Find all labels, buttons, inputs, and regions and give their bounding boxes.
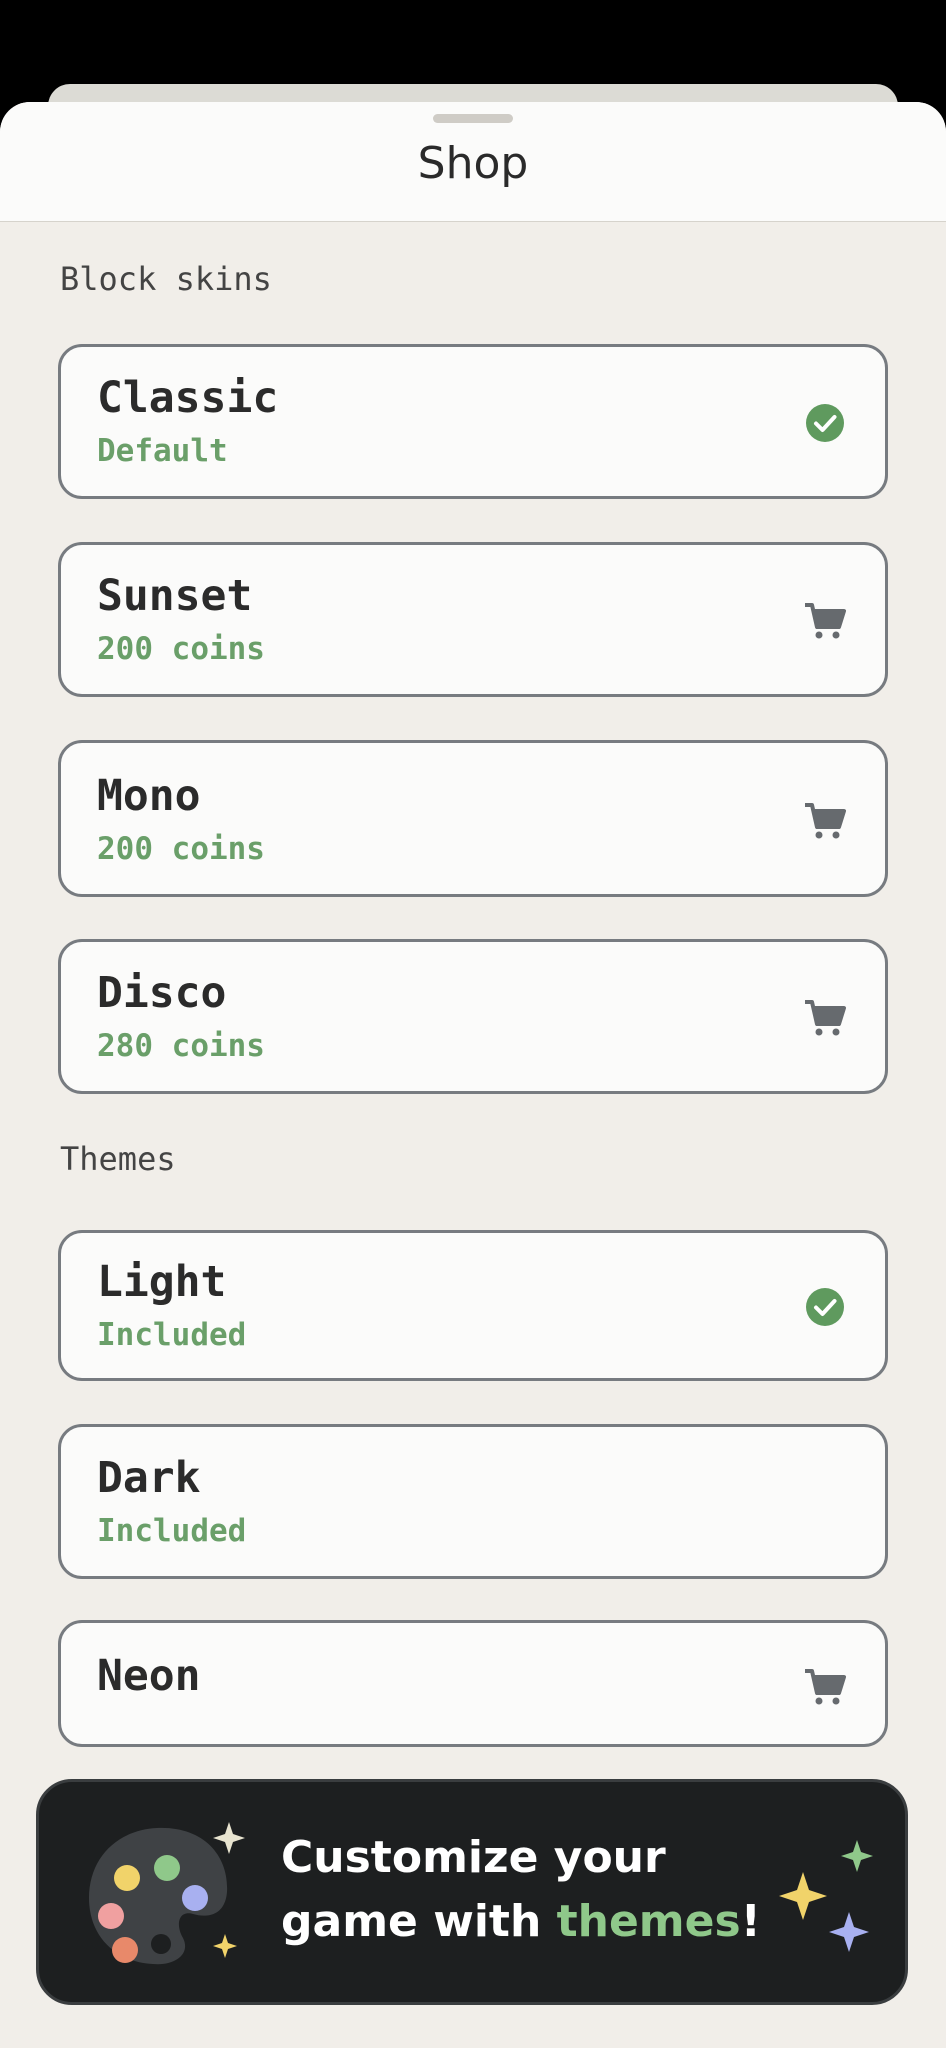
theme-row-light[interactable]: Light Included — [58, 1230, 888, 1381]
skin-row-mono[interactable]: Mono 200 coins — [58, 740, 888, 897]
cart-icon[interactable] — [803, 799, 847, 843]
check-circle-icon — [803, 1285, 847, 1329]
row-subtitle: Included — [97, 1317, 247, 1353]
row-name: Light — [97, 1257, 227, 1307]
cart-icon[interactable] — [803, 996, 847, 1040]
row-name: Dark — [97, 1453, 201, 1503]
cart-icon[interactable] — [803, 599, 847, 643]
banner-line-2-suffix: ! — [740, 1896, 761, 1947]
row-subtitle: 280 coins — [97, 1028, 265, 1064]
row-name: Sunset — [97, 571, 253, 621]
banner-text: Customize your game with themes! — [281, 1826, 761, 1954]
palette-icon — [89, 1822, 245, 1965]
theme-row-neon[interactable]: Neon — [58, 1620, 888, 1747]
row-name: Disco — [97, 968, 227, 1018]
banner-line-1: Customize your — [281, 1832, 666, 1883]
page-title: Shop — [417, 138, 529, 189]
check-circle-icon — [803, 401, 847, 445]
row-subtitle: 200 coins — [97, 631, 265, 667]
row-name: Mono — [97, 771, 201, 821]
sheet-header: Shop — [0, 102, 946, 222]
row-name: Neon — [97, 1651, 201, 1701]
skin-row-classic[interactable]: Classic Default — [58, 344, 888, 499]
skin-row-disco[interactable]: Disco 280 coins — [58, 939, 888, 1094]
banner-line-2: game with themes! — [281, 1890, 761, 1954]
sparkles-icon — [779, 1840, 873, 1952]
skin-row-sunset[interactable]: Sunset 200 coins — [58, 542, 888, 697]
section-label-themes: Themes — [60, 1140, 176, 1178]
banner-accent-word: themes — [556, 1896, 741, 1947]
cart-icon[interactable] — [803, 1665, 847, 1709]
sheet-grabber[interactable] — [433, 114, 513, 123]
themes-promo-banner[interactable]: Customize your game with themes! — [36, 1779, 908, 2005]
shop-sheet: Shop Block skins Classic Default Sunset … — [0, 102, 946, 2048]
row-subtitle: Included — [97, 1513, 247, 1549]
section-label-block-skins: Block skins — [60, 260, 272, 298]
row-subtitle: 200 coins — [97, 831, 265, 867]
theme-row-dark[interactable]: Dark Included — [58, 1424, 888, 1579]
row-subtitle: Default — [97, 433, 228, 469]
row-name: Classic — [97, 373, 279, 423]
banner-line-2-prefix: game with — [281, 1896, 557, 1947]
